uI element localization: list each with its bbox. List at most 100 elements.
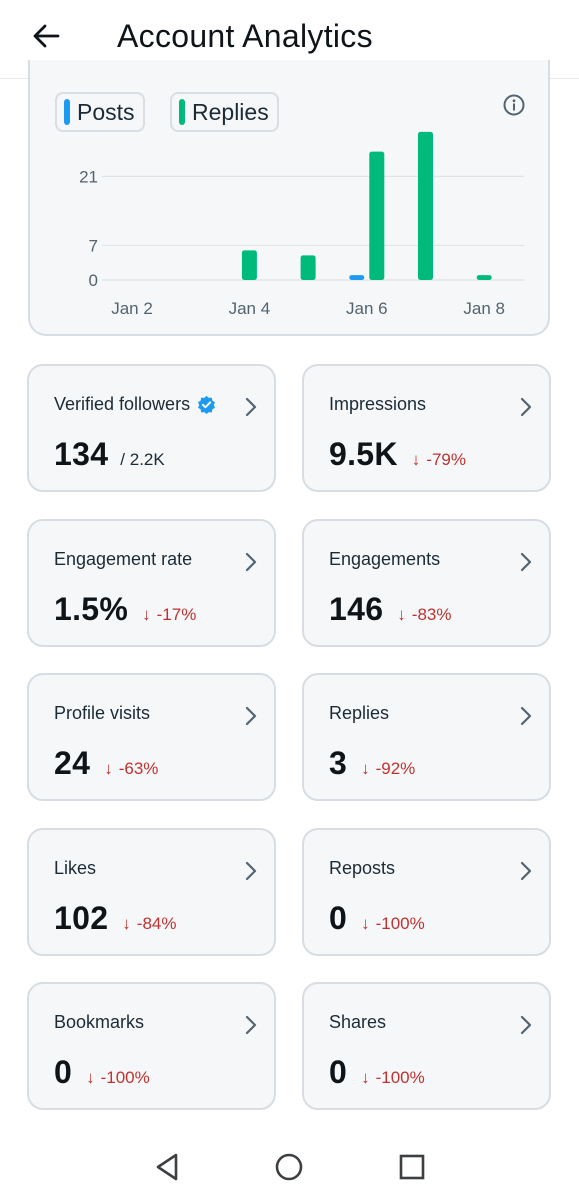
home-circle-icon[interactable] <box>272 1150 306 1184</box>
stat-label: Likes <box>54 858 96 879</box>
arrow-down-icon: ↓ <box>86 1068 95 1087</box>
stat-label: Shares <box>329 1012 386 1033</box>
stat-change-value: -63% <box>118 759 159 778</box>
arrow-down-icon: ↓ <box>397 604 406 624</box>
verified-badge-icon <box>197 395 216 414</box>
stat-label-text: Shares <box>329 1012 387 1032</box>
stat-card-reposts[interactable]: Reposts 0 ↓ -100% <box>302 827 551 956</box>
stat-value: 146 <box>329 590 384 627</box>
stat-change: ↓ -100% <box>86 1068 150 1088</box>
stat-value-row: 0 ↓ -100% <box>329 900 425 937</box>
stat-value: 1.5% <box>54 590 129 627</box>
stat-change-value: -83% <box>411 604 452 624</box>
chevron-right-icon <box>244 396 258 418</box>
stat-value-row: 0 ↓ -100% <box>329 1054 425 1091</box>
stat-label: Profile visits <box>54 703 150 724</box>
stat-value: 3 <box>329 745 348 781</box>
stat-value: 134 <box>54 436 109 472</box>
stat-change-value: -79% <box>426 450 466 469</box>
chevron-right-icon <box>519 705 533 727</box>
stat-label: Bookmarks <box>54 1012 144 1033</box>
activity-chart-card: Posts Replies 0 7 21 Jan 2 Jan 4 Jan 6 Jan 8 <box>28 60 550 336</box>
stat-change: ↓ -83% <box>397 605 451 625</box>
stat-label-text: Profile visits <box>54 703 151 723</box>
stat-label-text: Engagements <box>329 548 441 569</box>
y-tick-label: 7 <box>89 236 98 255</box>
stat-change: ↓ -84% <box>122 914 176 934</box>
x-tick-label: Jan 6 <box>346 299 388 318</box>
stat-card-shares[interactable]: Shares 0 ↓ -100% <box>302 982 551 1110</box>
bar-replies-jan-4[interactable] <box>241 250 257 280</box>
stat-value: 24 <box>54 745 91 781</box>
stat-value-row: 146 ↓ -83% <box>329 591 451 628</box>
chevron-right-icon <box>244 860 258 882</box>
system-navbar <box>0 1130 579 1200</box>
arrow-left-icon <box>33 24 60 48</box>
stat-change: ↓ -100% <box>361 1068 425 1088</box>
stat-label-text: Verified followers <box>54 394 191 414</box>
stat-card-impressions[interactable]: Impressions 9.5K ↓ -79% <box>302 364 551 492</box>
stat-value-row: 134 / 2.2K <box>54 436 165 473</box>
stat-value: 0 <box>54 1054 73 1090</box>
stat-label: Impressions <box>329 394 426 415</box>
stat-card-profile-visits[interactable]: Profile visits 24 ↓ -63% <box>27 673 276 801</box>
stat-label-text: Engagement rate <box>54 548 193 569</box>
stat-card-bookmarks[interactable]: Bookmarks 0 ↓ -100% <box>27 982 276 1110</box>
stat-change-value: -100% <box>100 1068 150 1087</box>
stat-value: 9.5K <box>329 436 398 472</box>
arrow-down-icon: ↓ <box>361 759 370 778</box>
stat-label: Replies <box>329 703 389 724</box>
page-title: Account Analytics <box>117 18 373 54</box>
stat-label-text: Reposts <box>329 857 396 878</box>
stat-label-text: Likes <box>54 857 97 878</box>
stat-label-text: Impressions <box>329 394 427 414</box>
stat-value: 0 <box>329 1054 348 1090</box>
stat-change-value: -17% <box>156 604 197 624</box>
bar-chart: 0 7 21 Jan 2 Jan 4 Jan 6 Jan 8 <box>79 131 524 318</box>
arrow-down-icon: ↓ <box>122 913 131 933</box>
stat-change-value: -100% <box>375 913 425 933</box>
arrow-down-icon: ↓ <box>361 913 370 933</box>
arrow-down-icon: ↓ <box>361 1068 370 1087</box>
stat-value-row: 102 ↓ -84% <box>54 900 176 937</box>
stat-label: Verified followers <box>54 394 216 415</box>
chevron-right-icon <box>244 705 258 727</box>
stat-value: 102 <box>54 899 109 936</box>
stat-value: 0 <box>329 899 348 936</box>
arrow-down-icon: ↓ <box>104 759 113 778</box>
stat-label: Reposts <box>329 858 395 879</box>
stat-card-verified-followers[interactable]: Verified followers 134 / 2.2K <box>27 364 276 492</box>
chevron-right-icon <box>519 396 533 418</box>
stat-change: ↓ -92% <box>361 759 415 779</box>
bar-posts-jan-6[interactable] <box>349 275 365 280</box>
stat-card-engagements[interactable]: Engagements 146 ↓ -83% <box>302 518 551 647</box>
x-tick-label: Jan 8 <box>463 299 505 318</box>
stat-card-replies[interactable]: Replies 3 ↓ -92% <box>302 673 551 801</box>
stat-change: ↓ -17% <box>142 605 196 625</box>
bar-replies-jan-5[interactable] <box>300 255 316 280</box>
stat-value-row: 24 ↓ -63% <box>54 745 158 782</box>
stat-card-likes[interactable]: Likes 102 ↓ -84% <box>27 827 276 956</box>
arrow-down-icon: ↓ <box>411 450 421 469</box>
x-tick-label: Jan 2 <box>111 299 153 318</box>
bar-replies-jan-8[interactable] <box>476 275 492 280</box>
stat-change: ↓ -100% <box>361 914 425 934</box>
recents-square-icon[interactable] <box>395 1150 429 1184</box>
back-triangle-icon[interactable] <box>150 1150 184 1184</box>
bar-replies-jan-6[interactable] <box>369 151 385 280</box>
stat-label-text: Replies <box>329 703 390 723</box>
bar-replies-jan-7[interactable] <box>418 131 433 280</box>
stat-change: ↓ -79% <box>412 450 466 470</box>
chevron-right-icon <box>519 860 533 882</box>
stat-change-value: -92% <box>375 759 416 778</box>
chevron-right-icon <box>244 551 258 573</box>
y-tick-label: 21 <box>79 167 98 186</box>
stat-value-row: 3 ↓ -92% <box>329 745 415 782</box>
stat-value-row: 0 ↓ -100% <box>54 1054 150 1091</box>
stat-label-text: Bookmarks <box>54 1012 145 1032</box>
chevron-right-icon <box>244 1014 258 1036</box>
stat-label: Engagements <box>329 549 440 570</box>
chevron-right-icon <box>519 551 533 573</box>
stat-card-engagement-rate[interactable]: Engagement rate 1.5% ↓ -17% <box>27 518 276 647</box>
back-button[interactable] <box>28 18 64 54</box>
